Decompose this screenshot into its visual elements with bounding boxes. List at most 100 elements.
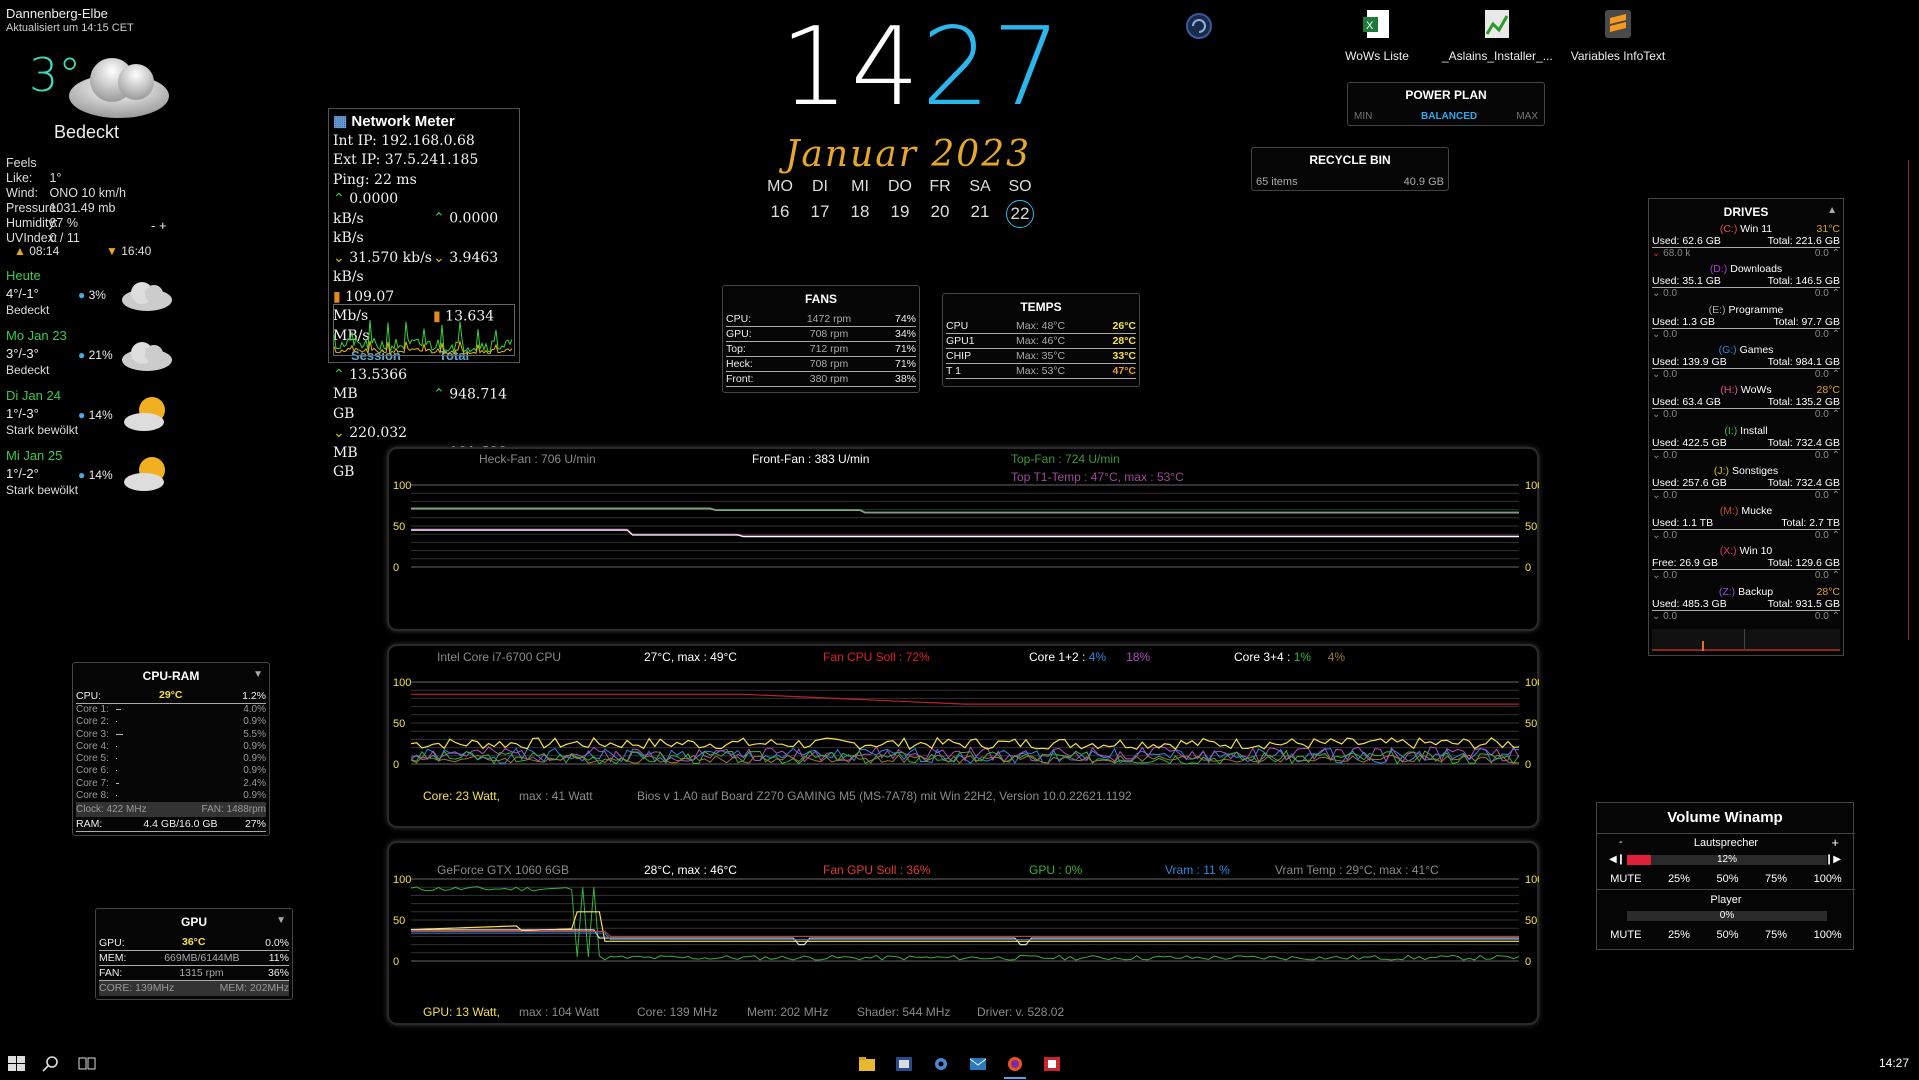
volume-plus-button[interactable]: +	[1831, 835, 1839, 850]
drive-io-row: ⌄ 0.0 0.0 ⌃	[1652, 288, 1840, 300]
player-volume-value: 0%	[1719, 910, 1735, 921]
power-plan-widget: POWER PLAN MIN BALANCED MAX	[1347, 82, 1545, 126]
windows-start-icon[interactable]	[8, 1056, 26, 1072]
upload-icon: ⌃	[433, 210, 445, 227]
calendar-date-today: 22	[1006, 200, 1034, 228]
drive-io-row: ⌄ 0.0 0.0 ⌃	[1652, 328, 1840, 340]
write-icon: ⌃	[1831, 449, 1840, 461]
task-view-icon[interactable]	[78, 1056, 96, 1072]
volume-preset-button[interactable]: MUTE	[1610, 873, 1641, 885]
volume-preset-button[interactable]: 100%	[1814, 873, 1842, 885]
drive-usage-row: Used: 257.6 GB Total: 732.4 GB	[1652, 476, 1840, 490]
next-icon[interactable]: ❙▶	[1825, 854, 1841, 865]
volume-preset-button[interactable]: 50%	[1716, 929, 1738, 941]
player-volume-slider[interactable]: 0%	[1627, 910, 1827, 921]
fan-temp-graph-canvas: 100 100 50 50 0 0	[393, 480, 1539, 574]
installer-icon	[1485, 10, 1509, 38]
fan-row: CPU: 1472 rpm 74%	[726, 313, 916, 327]
calendar-date: 21	[970, 202, 990, 221]
t1-temp-label: Top T1-Temp : 47°C, max : 53°C	[1011, 470, 1184, 484]
gpu-driver-label: Driver: v. 528.02	[977, 1005, 1065, 1019]
drive-entry[interactable]: (G:) Games Used: 139.9 GB Total: 984.1 GB ⌄…	[1652, 344, 1840, 380]
cpu-total-row: CPU: 1.2%	[76, 690, 266, 704]
vram-temp-label: Vram Temp : 29°C, max : 41°C	[1275, 863, 1439, 877]
taskbar-clock[interactable]: 14:27	[1879, 1056, 1909, 1070]
drive-header: (Z:) Backup 28°C	[1718, 585, 1840, 598]
sunset-icon: ▼	[106, 244, 118, 258]
chevron-down-icon[interactable]: ▼	[253, 669, 263, 680]
drive-entry[interactable]: (C:) Win 11 31°C Used: 62.6 GB Total: 221.6…	[1652, 223, 1840, 259]
volume-preset-button[interactable]: 25%	[1668, 873, 1690, 885]
firefox-icon[interactable]	[1006, 1056, 1024, 1072]
power-balanced-button[interactable]: BALANCED	[1421, 111, 1477, 122]
core-load-bar	[116, 716, 243, 728]
drive-entry[interactable]: (Z:) Backup 28°C Used: 485.3 GB Total: 931.…	[1652, 586, 1840, 622]
drive-io-row: ⌄ 0.0 0.0 ⌃	[1652, 409, 1840, 421]
power-min-button[interactable]: MIN	[1354, 111, 1372, 122]
refresh-icon[interactable]	[1185, 12, 1213, 40]
volume-preset-button[interactable]: 25%	[1668, 929, 1690, 941]
gpu-mem-row: MEM: 669MB/6144MB 11%	[99, 952, 289, 966]
desktop-shortcut[interactable]: Variables InfoText	[1563, 8, 1673, 63]
core-row: Core 1: 4.0%	[76, 704, 266, 715]
desktop-shortcut-label: WoWs Liste	[1345, 49, 1409, 63]
desktop-shortcut[interactable]: _Aslains_Installer_...	[1442, 8, 1553, 63]
drive-usage-row: Used: 1.1 TB Total: 2.7 TB	[1652, 517, 1840, 531]
desktop-shortcut[interactable]: X WoWs Liste	[1322, 8, 1432, 63]
total-upload-row: ⌃ 13.5366 MB ⌃ 948.714 GB	[333, 366, 508, 422]
weather-plus-minus[interactable]: - +	[151, 218, 167, 233]
sunset: ▼ 16:40	[106, 244, 152, 258]
volume-preset-button[interactable]: 50%	[1716, 873, 1738, 885]
external-ip: Ext IP: 37.5.241.185	[333, 152, 479, 168]
write-icon: ⌃	[1831, 610, 1840, 622]
drive-entry[interactable]: (D:) Downloads Used: 35.1 GB Total: 146.5 …	[1652, 263, 1840, 299]
gpu-clock-row: CORE: 139MHz MEM: 202MHz	[99, 981, 289, 996]
calendar-date: 17	[810, 202, 830, 221]
read-icon: ⌄	[1652, 248, 1661, 259]
cpu-graph: 100 100 50 50 0 0 Intel Core i7-6700 CPU 27°C…	[387, 644, 1539, 828]
recycle-bin-size: 40.9 GB	[1403, 176, 1444, 188]
app-red-icon[interactable]	[1043, 1056, 1061, 1072]
weather-widget: Dannenberg-Elbe Aktualisiert um 14:15 CE…	[6, 6, 191, 497]
volume-preset-button[interactable]: MUTE	[1610, 929, 1641, 941]
weekday-label: DI	[812, 178, 828, 195]
chevron-up-icon[interactable]: ▲	[1827, 205, 1837, 216]
settings-icon[interactable]	[932, 1056, 950, 1072]
drive-entry[interactable]: (I:) Install Used: 422.5 GB Total: 732.4 G…	[1652, 425, 1840, 461]
app-icon[interactable]	[895, 1056, 913, 1072]
drive-entry[interactable]: (E:) Programme Used: 1.3 GB Total: 97.7 GB…	[1652, 304, 1840, 340]
device-volume-slider[interactable]: 12%	[1627, 854, 1827, 865]
forecast-day: Heute 4°/-1° ● 3% Bedeckt	[6, 268, 186, 317]
search-icon[interactable]	[42, 1056, 60, 1072]
drive-usage-row: Used: 63.4 GB Total: 135.2 GB	[1652, 396, 1840, 410]
gpu-load-row: GPU: 0.0%	[99, 937, 289, 951]
drive-entry[interactable]: (J:) Sonstiges Used: 257.6 GB Total: 732.4…	[1652, 465, 1840, 501]
gpu-power-max-label: max : 104 Watt	[519, 1005, 600, 1019]
read-icon: ⌄	[1652, 328, 1661, 340]
file-explorer-icon[interactable]	[858, 1056, 876, 1072]
drive-usage-row: Used: 62.6 GB Total: 221.6 GB	[1652, 235, 1840, 248]
volume-preset-button[interactable]: 100%	[1814, 929, 1842, 941]
read-icon: ⌄	[1652, 449, 1661, 461]
cpu-fan-label: Fan CPU Soll : 72%	[823, 650, 930, 664]
volume-preset-button[interactable]: 75%	[1765, 873, 1787, 885]
drive-entry[interactable]: (H:) WoWs 28°C Used: 63.4 GB Total: 135.2 G…	[1652, 384, 1840, 420]
mail-icon[interactable]	[969, 1056, 987, 1072]
drive-io-row: ⌄ 0.0 0.0 ⌃	[1652, 570, 1840, 582]
previous-icon[interactable]: ◀❙	[1609, 854, 1625, 865]
upload-rate-row: ⌃ 0.0000 kB/s ⌃ 0.0000 kB/s	[333, 191, 499, 246]
drive-entry[interactable]: (M:) Mucke Used: 1.1 TB Total: 2.7 TB ⌄ 0.0…	[1652, 505, 1840, 541]
drive-entry[interactable]: (X:) Win 10 Free: 26.9 GB Total: 129.6 GB ⌄…	[1652, 545, 1840, 581]
power-max-button[interactable]: MAX	[1516, 111, 1538, 122]
drive-header: (H:) WoWs 28°C	[1720, 384, 1840, 397]
volume-preset-button[interactable]: 75%	[1765, 929, 1787, 941]
weekday-label: SA	[969, 178, 991, 195]
chevron-down-icon[interactable]: ▼	[276, 915, 286, 926]
axis-tick-label: 0	[1525, 562, 1531, 574]
write-icon: ⌃	[1831, 368, 1840, 380]
recycle-bin-widget[interactable]: RECYCLE BIN 65 items 40.9 GB	[1251, 147, 1449, 191]
axis-tick-label: 0	[1525, 956, 1531, 968]
recycle-bin-items: 65 items	[1256, 176, 1298, 188]
drive-activity-spike	[1702, 641, 1704, 651]
cpu-power-label: Core: 23 Watt,	[423, 789, 500, 803]
